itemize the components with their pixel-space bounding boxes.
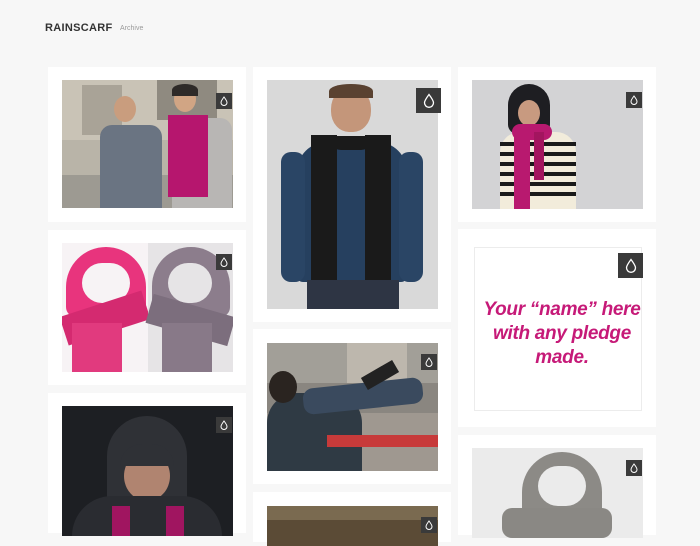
raindrop-icon[interactable] bbox=[421, 517, 437, 533]
raindrop-icon[interactable] bbox=[216, 93, 232, 109]
pledge-text: Your “name” here with any pledge made. bbox=[483, 299, 641, 368]
post-photo[interactable] bbox=[267, 506, 438, 546]
post-photo[interactable] bbox=[62, 243, 233, 372]
brand-logo[interactable]: RAINSCARF bbox=[45, 22, 112, 34]
post-card[interactable] bbox=[458, 67, 656, 222]
post-photo[interactable] bbox=[62, 406, 233, 536]
post-photo[interactable] bbox=[267, 80, 438, 309]
post-photo[interactable] bbox=[267, 343, 438, 471]
raindrop-icon[interactable] bbox=[421, 354, 437, 370]
post-card[interactable] bbox=[253, 329, 451, 484]
raindrop-icon[interactable] bbox=[416, 88, 441, 113]
raindrop-icon[interactable] bbox=[618, 253, 643, 278]
raindrop-icon[interactable] bbox=[216, 254, 232, 270]
post-card[interactable] bbox=[48, 393, 246, 536]
raindrop-icon[interactable] bbox=[626, 460, 642, 476]
raindrop-icon[interactable] bbox=[216, 417, 232, 433]
post-card[interactable] bbox=[48, 230, 246, 385]
post-photo[interactable] bbox=[62, 80, 233, 208]
post-card[interactable] bbox=[253, 492, 451, 546]
post-card[interactable] bbox=[253, 67, 451, 322]
post-photo[interactable] bbox=[472, 80, 643, 209]
nav-archive-link[interactable]: Archive bbox=[120, 25, 143, 32]
raindrop-icon[interactable] bbox=[626, 92, 642, 108]
post-card[interactable] bbox=[48, 67, 246, 222]
post-card[interactable] bbox=[458, 435, 656, 538]
